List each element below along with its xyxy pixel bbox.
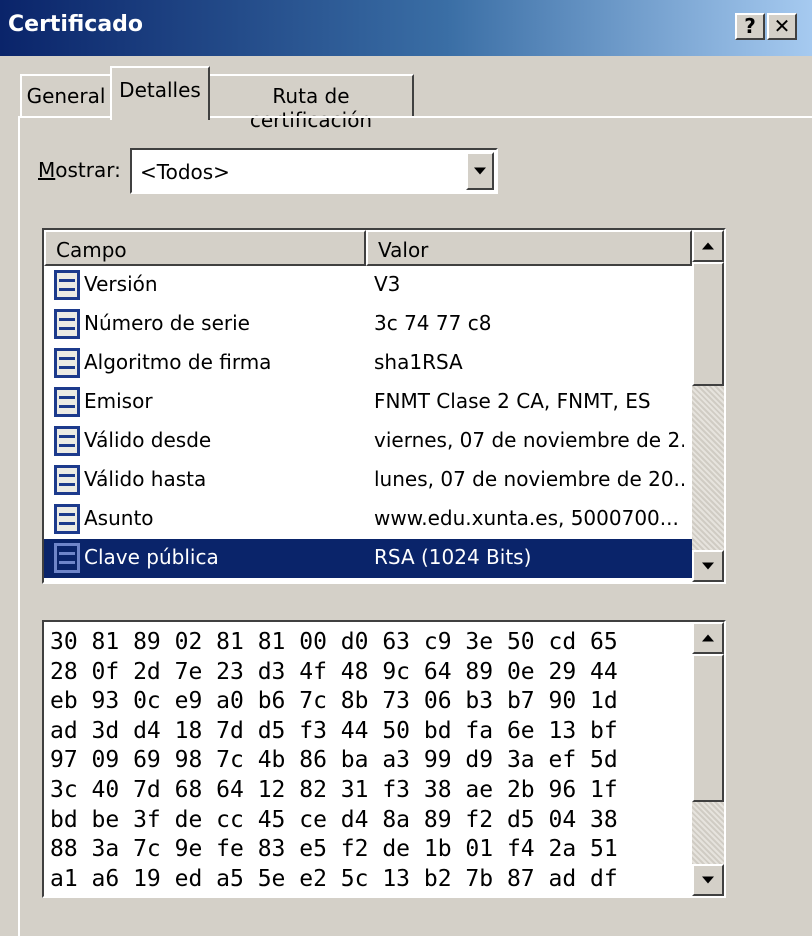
certificate-window: Certificado ? ✕ General Detalles Ruta de… [0,0,812,936]
list-item[interactable]: Versión V3 [44,266,692,305]
chevron-up-icon [702,634,714,642]
mostrar-dropdown[interactable]: <Todos> [130,148,498,194]
scroll-down-button[interactable] [692,864,724,896]
list-item[interactable]: Emisor FNMT Clase 2 CA, FNMT, ES [44,383,692,422]
mostrar-label: Mostrar: [38,158,121,182]
list-item[interactable]: Válido desde viernes, 07 de noviembre de… [44,422,692,461]
field-name: Número de serie [84,311,250,335]
list-header: Campo Valor [44,230,692,266]
field-value: RSA (1024 Bits) [374,545,532,569]
list-item-selected[interactable]: Clave pública RSA (1024 Bits) [44,539,692,578]
list-item[interactable]: Número de serie 3c 74 77 c8 [44,305,692,344]
title-bar: Certificado ? ✕ [0,0,812,56]
hex-line: 88 3a 7c 9e fe 83 e5 f2 de 1b 01 f4 2a 5… [50,836,618,863]
field-name: Válido hasta [84,467,207,491]
field-name: Válido desde [84,428,212,452]
field-icon [54,270,80,300]
field-icon [54,387,80,417]
field-name: Algoritmo de firma [84,350,272,374]
dropdown-button[interactable] [466,152,494,190]
scroll-down-button[interactable] [692,550,724,582]
mostrar-accel: M [38,158,56,182]
scroll-up-button[interactable] [692,230,724,262]
fields-list[interactable]: Campo Valor Versión V3 Número de serie 3… [42,228,726,584]
detail-scrollbar[interactable] [692,622,724,896]
tab-detalles-label: Detalles [119,78,201,102]
field-icon [54,504,80,534]
hex-value-text[interactable]: 30 81 89 02 81 81 00 d0 63 c9 3e 50 cd 6… [50,628,690,894]
scroll-thumb[interactable] [692,654,724,802]
list-item[interactable]: Algoritmo de firma sha1RSA [44,344,692,383]
field-icon [54,543,80,573]
scroll-up-button[interactable] [692,622,724,654]
tab-ruta-certificacion[interactable]: Ruta de certificación [208,74,414,132]
chevron-up-icon [702,242,714,250]
mostrar-selected-value: <Todos> [140,160,230,184]
field-value: sha1RSA [374,350,463,374]
tab-general[interactable]: General [20,74,112,118]
hex-line: 28 0f 2d 7e 23 d3 4f 48 9c 64 89 0e 29 4… [50,658,618,685]
field-value: lunes, 07 de noviembre de 20... [374,467,684,491]
hex-line: bd be 3f de cc 45 ce d4 8a 89 f2 d5 04 3… [50,806,618,833]
chevron-down-icon [702,562,714,570]
column-header-campo[interactable]: Campo [44,230,366,266]
hex-line: eb 93 0c e9 a0 b6 7c 8b 73 06 b3 b7 90 1… [50,688,618,715]
field-icon [54,426,80,456]
close-button[interactable]: ✕ [767,13,797,40]
field-value: 3c 74 77 c8 [374,311,492,335]
mostrar-label-rest: ostrar: [55,158,121,182]
field-value: www.edu.xunta.es, 5000700... [374,506,679,530]
field-icon [54,465,80,495]
list-rows: Versión V3 Número de serie 3c 74 77 c8 A… [44,266,692,578]
help-button[interactable]: ? [735,13,765,40]
hex-line: a1 a6 19 ed a5 5e e2 5c 13 b2 7b 87 ad d… [50,865,618,892]
field-name: Asunto [84,506,154,530]
window-title: Certificado [8,12,144,37]
list-item[interactable]: Asunto www.edu.xunta.es, 5000700... [44,500,692,539]
field-icon [54,348,80,378]
list-item[interactable]: Válido hasta lunes, 07 de noviembre de 2… [44,461,692,500]
value-detail-box[interactable]: 30 81 89 02 81 81 00 d0 63 c9 3e 50 cd 6… [42,620,726,898]
field-value: viernes, 07 de noviembre de 2... [374,428,684,452]
hex-line: ad 3d d4 18 7d d5 f3 44 50 bd fa 6e 13 b… [50,717,618,744]
chevron-down-icon [474,167,486,175]
scroll-thumb[interactable] [692,262,724,386]
field-value: V3 [374,272,401,296]
tab-general-label: General [26,84,106,108]
chevron-down-icon [702,876,714,884]
field-icon [54,309,80,339]
tab-detalles[interactable]: Detalles [110,66,210,120]
field-name: Versión [84,272,158,296]
field-value: FNMT Clase 2 CA, FNMT, ES [374,389,651,413]
hex-line: 3c 40 7d 68 64 12 82 31 f3 38 ae 2b 96 1… [50,776,618,803]
column-header-valor[interactable]: Valor [366,230,692,266]
field-name: Emisor [84,389,153,413]
list-scrollbar[interactable] [692,230,724,582]
hex-line: 97 09 69 98 7c 4b 86 ba a3 99 d9 3a ef 5… [50,747,618,774]
field-name: Clave pública [84,545,219,569]
hex-line: 30 81 89 02 81 81 00 d0 63 c9 3e 50 cd 6… [50,629,618,655]
